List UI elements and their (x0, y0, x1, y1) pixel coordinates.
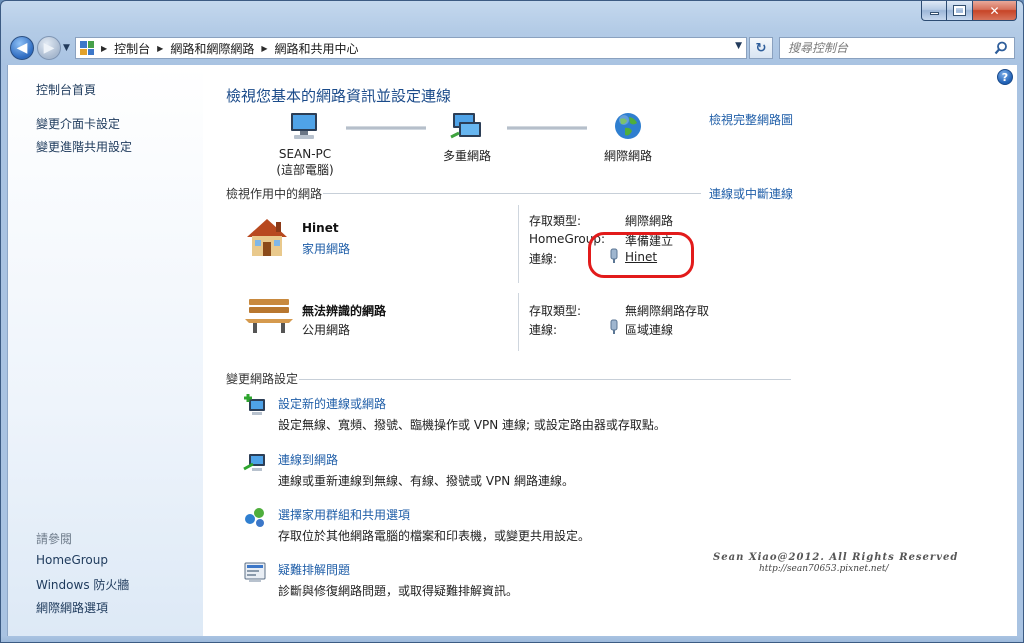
setup-connection-link[interactable]: 設定新的連線或網路 (278, 395, 386, 412)
access-type-label: 存取類型: (529, 304, 582, 318)
back-button[interactable]: ◀ (10, 36, 34, 60)
homegroup-sharing-link[interactable]: 選擇家用群組和共用選項 (278, 506, 410, 523)
annotation-circle (588, 232, 694, 278)
refresh-button[interactable]: ↻ (749, 37, 773, 59)
network-type: 公用網路 (302, 323, 351, 337)
network-name: Hinet (302, 221, 339, 235)
map-node-network[interactable]: 多重網路 (427, 147, 507, 164)
search-icon[interactable] (994, 41, 1008, 55)
watermark-text: Sean Xiao@2012. All Rights Reserved (713, 552, 959, 563)
address-bar[interactable]: ▶ 控制台 ▶ 網路和網際網路 ▶ 網路和共用中心 ▼ (75, 37, 747, 59)
section-divider (299, 379, 791, 380)
network-divider (518, 205, 519, 283)
sidebar-link-control-panel-home[interactable]: 控制台首頁 (36, 81, 96, 98)
navigation-bar: ◀ ▶ ▼ ▶ 控制台 ▶ 網路和網際網路 ▶ 網路和共用中心 ▼ ↻ (1, 33, 1023, 63)
page-title: 檢視您基本的網路資訊並設定連線 (226, 87, 452, 105)
minimize-icon (929, 12, 939, 15)
home-icon (247, 219, 287, 256)
connect-disconnect-link[interactable]: 連線或中斷連線 (709, 185, 793, 202)
map-link-line (346, 126, 426, 130)
task-pane: 控制台首頁 變更介面卡設定 變更進階共用設定 請參閱 HomeGroup Win… (7, 65, 203, 636)
troubleshoot-icon (244, 562, 266, 582)
network-icon (450, 113, 481, 139)
recent-pages-dropdown[interactable]: ▼ (63, 43, 70, 53)
map-node-pc: SEAN-PC (這部電腦) (267, 147, 343, 178)
sidebar-link-adapter-settings[interactable]: 變更介面卡設定 (36, 115, 120, 132)
search-box[interactable] (779, 37, 1015, 59)
sidebar-link-internet-options[interactable]: 網際網路選項 (36, 599, 108, 616)
map-link-line (507, 126, 587, 130)
window-bottom-border (1, 636, 1023, 642)
pc-name: SEAN-PC (278, 147, 332, 161)
chevron-right-icon[interactable]: ▶ (261, 44, 267, 53)
minimize-button[interactable] (921, 1, 947, 21)
connect-to-network-link[interactable]: 連線到網路 (278, 451, 338, 468)
pc-subtitle: (這部電腦) (276, 163, 334, 177)
breadcrumb-control-panel[interactable]: 控制台 (114, 40, 150, 57)
change-settings-header: 變更網路設定 (226, 372, 299, 386)
ethernet-icon (610, 319, 618, 334)
view-full-map-link[interactable]: 檢視完整網路圖 (709, 111, 793, 128)
maximize-icon (953, 5, 966, 16)
sidebar-link-homegroup[interactable]: HomeGroup (36, 553, 108, 567)
access-type-value: 網際網路 (625, 214, 674, 228)
help-button[interactable]: ? (997, 69, 1013, 85)
task-description: 連線或重新連線到無線、有線、撥號或 VPN 網路連線。 (278, 474, 575, 488)
sidebar-link-firewall[interactable]: Windows 防火牆 (36, 576, 129, 593)
close-button[interactable]: ✕ (973, 1, 1017, 21)
active-networks-header: 檢視作用中的網路 (226, 187, 323, 201)
connection-label: 連線: (529, 252, 558, 266)
search-input[interactable] (780, 38, 980, 58)
sidebar-link-advanced-sharing[interactable]: 變更進階共用設定 (36, 138, 132, 155)
computer-icon (291, 113, 317, 139)
park-bench-icon (245, 299, 293, 333)
access-type-value: 無網際網路存取 (625, 304, 710, 318)
map-node-internet[interactable]: 網際網路 (589, 147, 667, 164)
connect-network-icon (243, 454, 265, 471)
help-icon: ? (1001, 70, 1009, 84)
forward-button[interactable]: ▶ (37, 36, 61, 60)
main-content: ? 檢視您基本的網路資訊並設定連線 檢視完整網路圖 SEAN-PC (這部電腦)… (203, 65, 1017, 636)
breadcrumb-network-internet[interactable]: 網路和網際網路 (170, 40, 254, 57)
breadcrumb-network-sharing-center[interactable]: 網路和共用中心 (275, 40, 359, 57)
new-connection-icon (244, 394, 265, 415)
arrow-right-icon: ▶ (43, 40, 55, 56)
maximize-button[interactable] (947, 1, 973, 21)
access-type-label: 存取類型: (529, 214, 582, 228)
explorer-window: ✕ ◀ ▶ ▼ ▶ 控制台 ▶ 網路和網際網路 ▶ 網路和共用中心 ▼ ↻ 控制… (0, 0, 1024, 643)
homegroup-icon (245, 508, 264, 527)
refresh-icon: ↻ (755, 40, 767, 56)
arrow-left-icon: ◀ (16, 40, 28, 56)
chevron-down-icon[interactable]: ▼ (735, 41, 742, 51)
control-panel-icon (80, 41, 94, 55)
troubleshoot-link[interactable]: 疑難排解問題 (278, 561, 350, 578)
section-divider (323, 193, 701, 194)
see-also-label: 請參閱 (36, 532, 73, 546)
network-name: 無法辨識的網路 (302, 304, 387, 318)
chevron-right-icon[interactable]: ▶ (101, 44, 107, 53)
chevron-right-icon[interactable]: ▶ (157, 44, 163, 53)
connection-label: 連線: (529, 323, 558, 337)
globe-icon (615, 113, 641, 139)
task-description: 設定無線、寬頻、撥號、臨機操作或 VPN 連線; 或設定路由器或存取點。 (278, 418, 666, 432)
connection-local-link[interactable]: 區域連線 (625, 321, 673, 338)
watermark-url: http://sean70653.pixnet.net/ (759, 564, 889, 574)
network-type-link[interactable]: 家用網路 (302, 240, 350, 257)
caption-buttons: ✕ (921, 1, 1017, 21)
close-icon: ✕ (989, 3, 1000, 18)
network-divider (518, 293, 519, 351)
task-description: 診斷與修復網路問題，或取得疑難排解資訊。 (278, 584, 519, 598)
task-description: 存取位於其他網路電腦的檔案和印表機，或變更共用設定。 (278, 529, 591, 543)
